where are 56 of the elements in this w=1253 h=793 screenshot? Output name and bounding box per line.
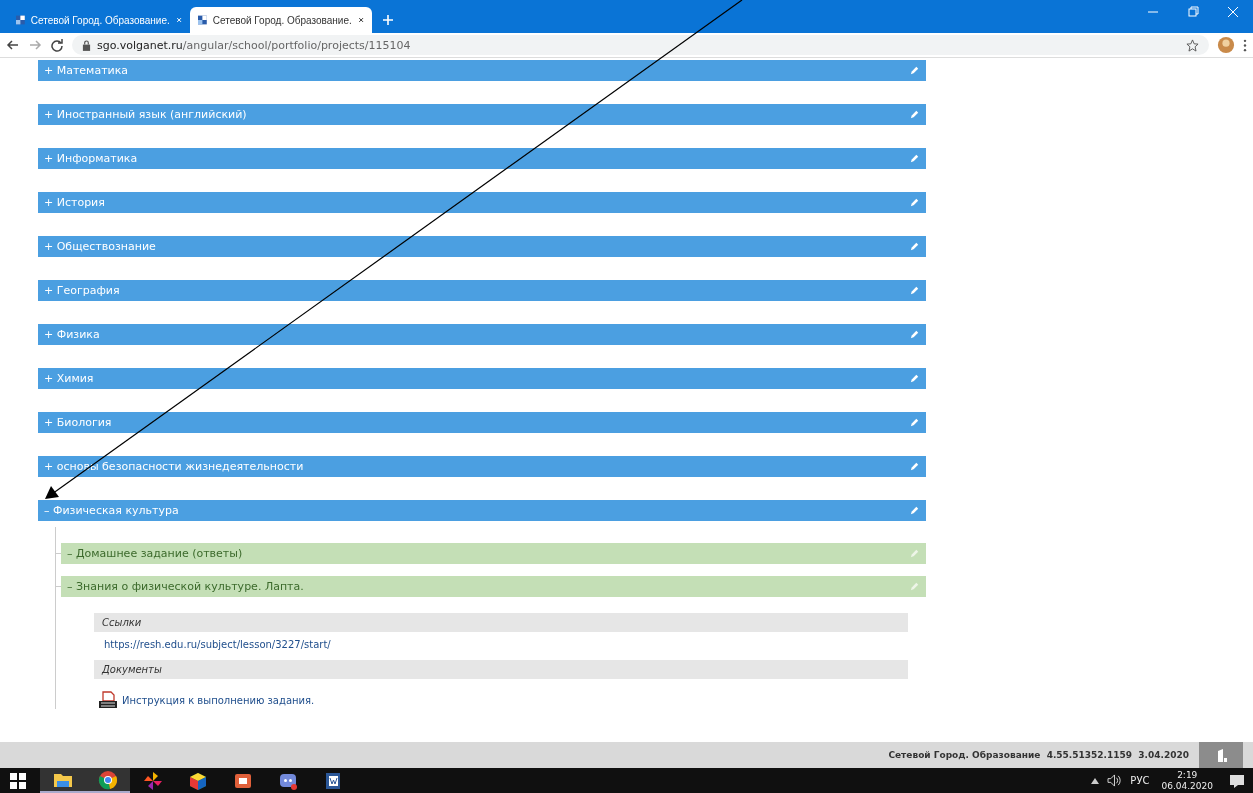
subject-header[interactable]: + Информатика	[38, 148, 926, 169]
pencil-icon[interactable]	[909, 461, 920, 472]
document-link[interactable]: Инструкция к выполнению задания.	[122, 694, 315, 706]
site-icon	[16, 13, 25, 27]
subject-header[interactable]: – Физическая культура	[38, 500, 926, 521]
subject-header[interactable]: + Математика	[38, 60, 926, 81]
new-tab-icon[interactable]	[382, 14, 394, 26]
browser-tab[interactable]: Сетевой Город. Образование.	[8, 7, 190, 33]
subject-header[interactable]: + Обществознание	[38, 236, 926, 257]
windows-start-icon[interactable]	[10, 772, 26, 789]
pinwheel-icon[interactable]	[142, 770, 163, 791]
pencil-icon[interactable]	[909, 285, 920, 296]
lesson-link[interactable]: https://resh.edu.ru/subject/lesson/3227/start/	[104, 639, 908, 650]
star-icon[interactable]	[1186, 38, 1199, 52]
subject-header[interactable]: + История	[38, 192, 926, 213]
language-indicator[interactable]: РУС	[1130, 775, 1150, 786]
tray-arrow-icon[interactable]	[1091, 777, 1100, 784]
browser-tab[interactable]: Сетевой Город. Образование.	[190, 7, 372, 33]
volume-icon[interactable]	[1107, 774, 1123, 787]
cube-icon[interactable]	[187, 770, 208, 791]
pencil-icon[interactable]	[909, 153, 920, 164]
reload-icon[interactable]	[50, 38, 64, 52]
restore-icon[interactable]	[1187, 6, 1199, 18]
section-header[interactable]: – Домашнее задание (ответы)	[61, 543, 926, 564]
clock-time: 2:19	[1177, 769, 1198, 781]
site-icon	[198, 13, 207, 27]
pencil-icon[interactable]	[909, 505, 920, 516]
subject-header[interactable]: + Биология	[38, 412, 926, 433]
links-header: Ссылки	[94, 613, 908, 632]
close-icon[interactable]	[357, 15, 364, 25]
subject-header[interactable]: + География	[38, 280, 926, 301]
version-text: Сетевой Город. Образование 4.55.51352.1159 3.04.2020	[888, 750, 1189, 760]
documents-header: Документы	[94, 660, 908, 679]
pencil-icon[interactable]	[909, 197, 920, 208]
browser-icon[interactable]	[97, 769, 118, 790]
pencil-icon[interactable]	[909, 109, 920, 120]
back-icon[interactable]	[6, 38, 20, 52]
address-field[interactable]: sgo.volganet.ru/angular/school/portfolio/projects/115104	[72, 35, 1209, 55]
pencil-icon[interactable]	[909, 329, 920, 340]
menu-icon[interactable]	[1243, 38, 1247, 52]
pencil-icon[interactable]	[909, 373, 920, 384]
subject-header[interactable]: + Иностранный язык (английский)	[38, 104, 926, 125]
section-header[interactable]: – Знания о физической культуре. Лапта.	[61, 576, 926, 597]
close-icon[interactable]	[1227, 6, 1239, 18]
clock-date: 06.04.2020	[1161, 780, 1213, 792]
avatar-icon[interactable]	[1217, 36, 1235, 54]
lock-icon	[82, 39, 91, 51]
pencil-icon[interactable]	[909, 417, 920, 428]
close-icon[interactable]	[175, 15, 182, 25]
notifications-icon[interactable]	[1229, 772, 1245, 789]
pencil-icon[interactable]	[909, 65, 920, 76]
subject-header[interactable]: + Физика	[38, 324, 926, 345]
forward-icon[interactable]	[28, 38, 42, 52]
pencil-icon[interactable]	[909, 241, 920, 252]
docx-file-icon	[98, 691, 118, 709]
subject-header[interactable]: + Химия	[38, 368, 926, 389]
